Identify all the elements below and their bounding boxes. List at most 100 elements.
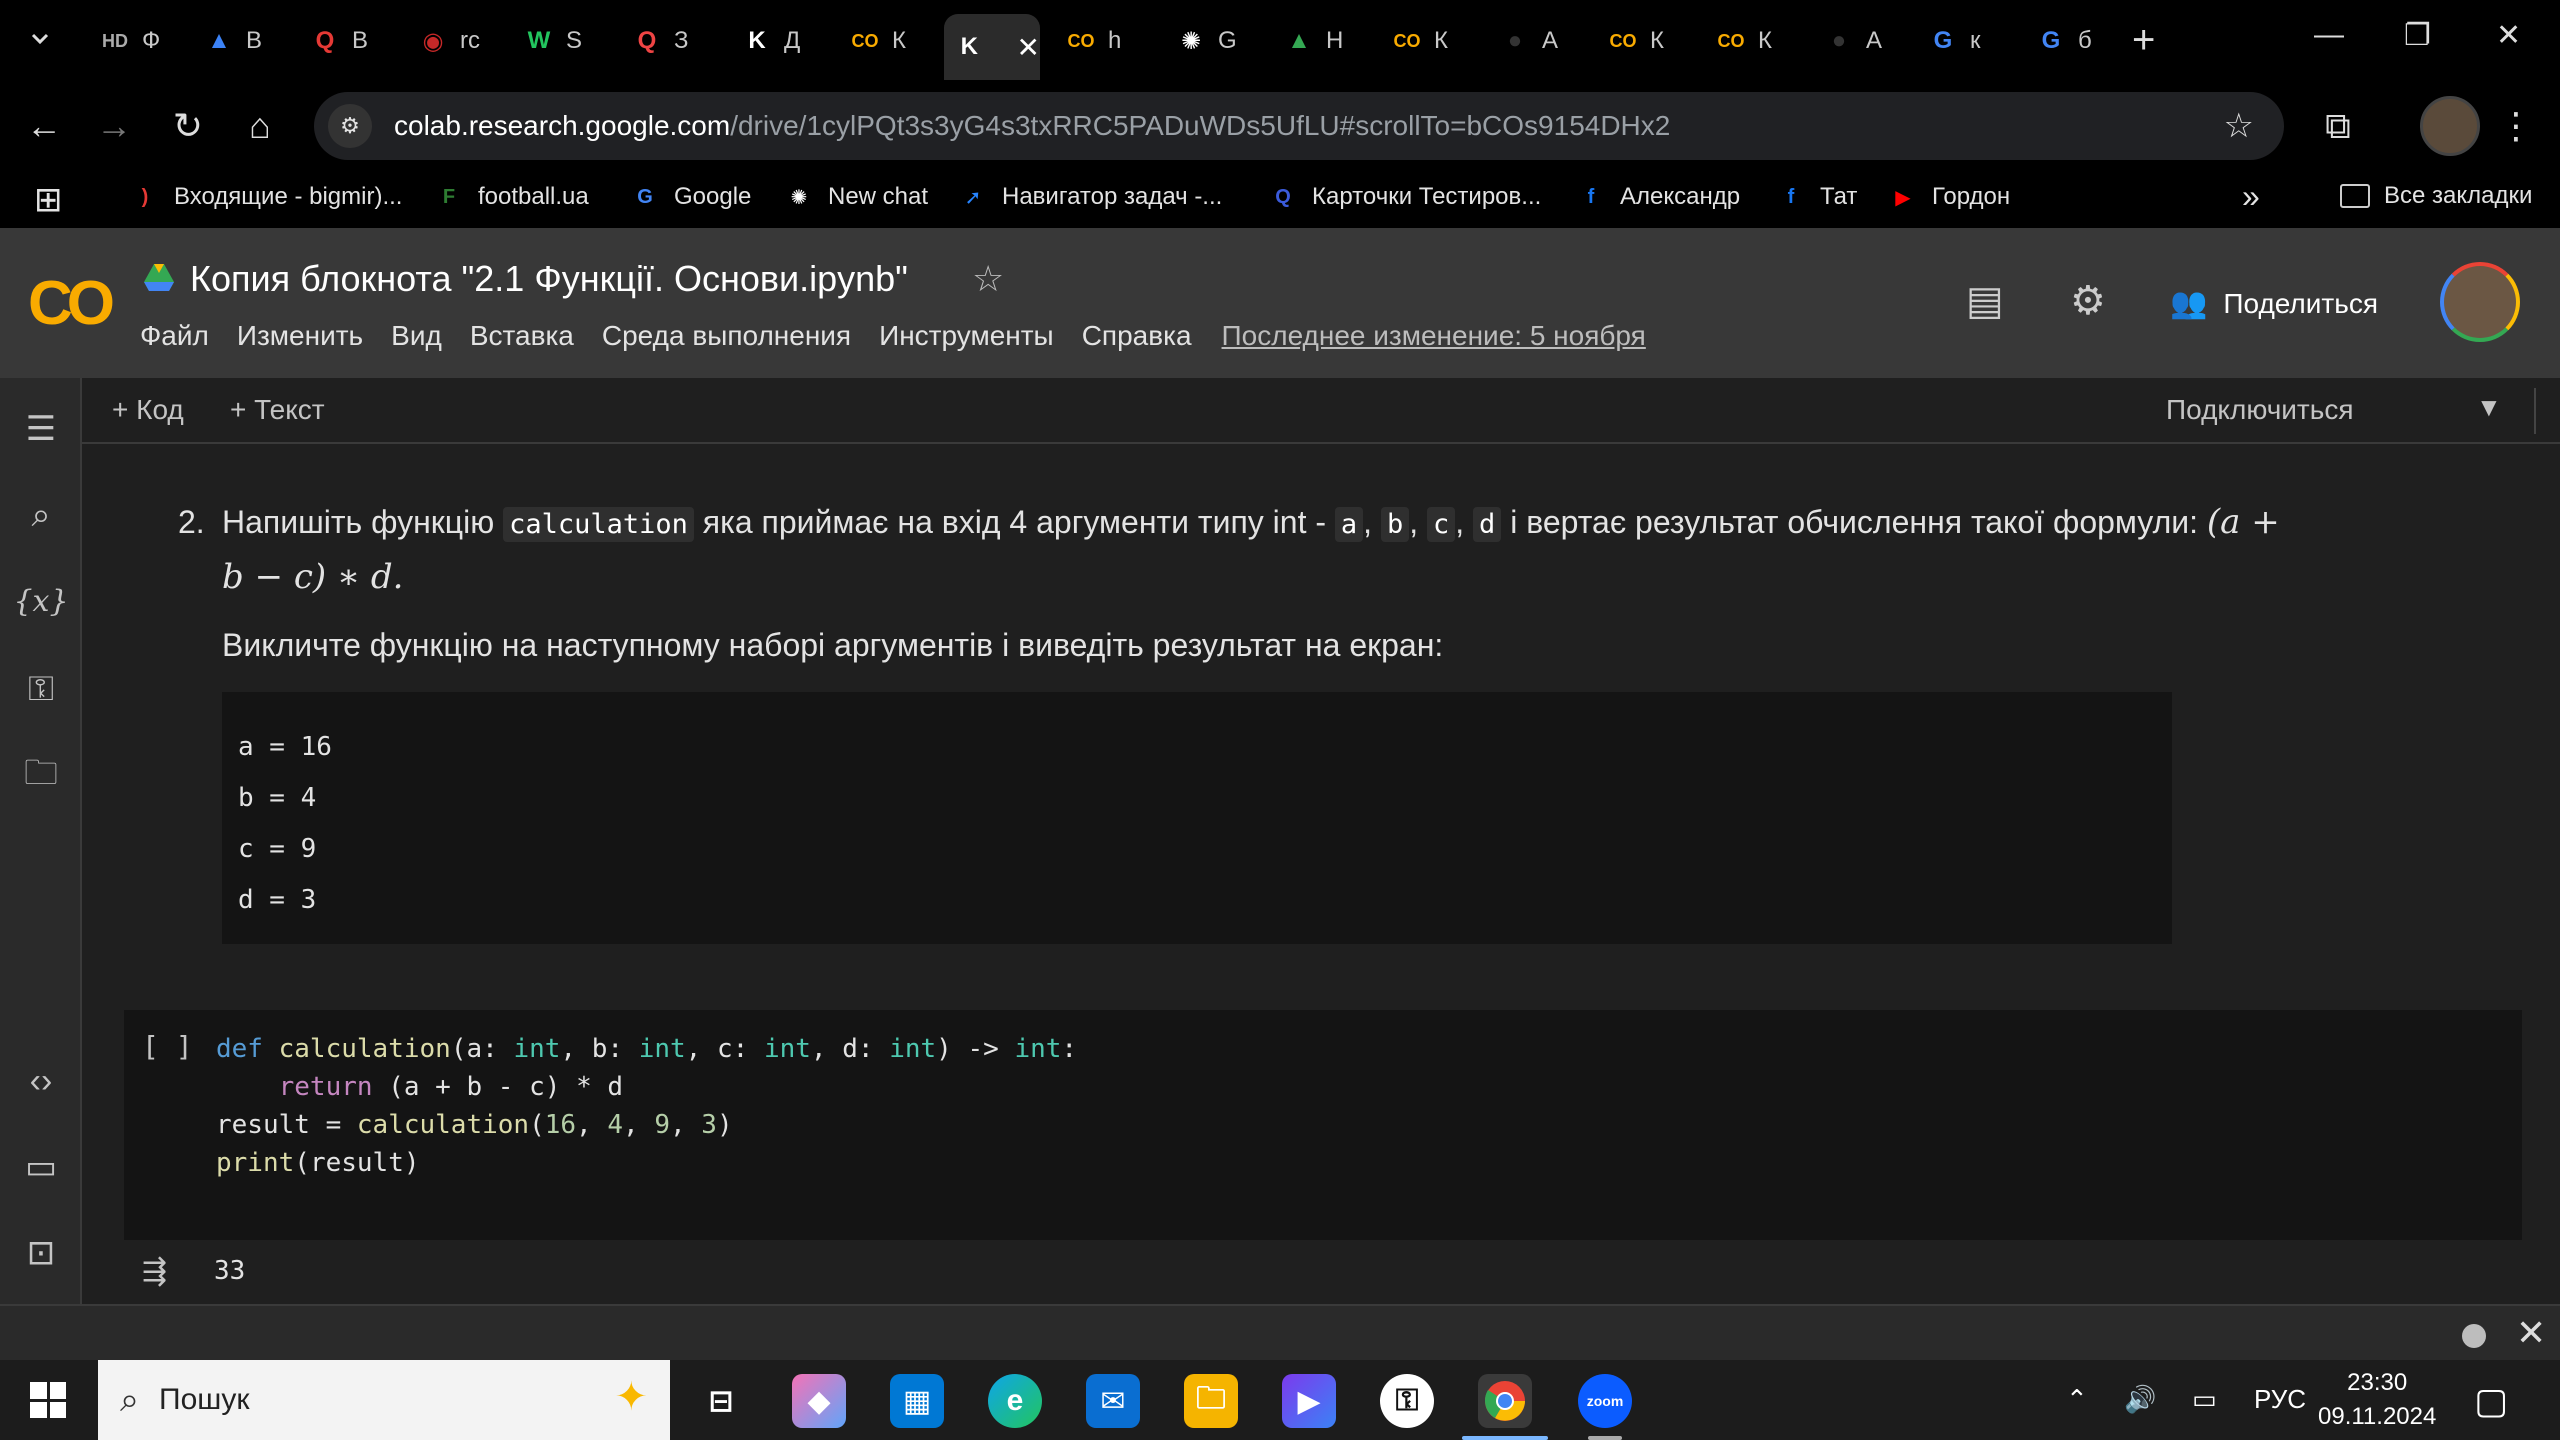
bookmark-item[interactable]: ) Входящие - bigmir)... [130,182,403,212]
browser-tab[interactable]: ▲ В [190,14,262,68]
notifications-icon[interactable]: ▢ [2474,1380,2508,1422]
last-edit-link[interactable]: Последнее изменение: 5 ноября [1222,320,1646,352]
browser-tab[interactable]: ● А [1810,14,1882,68]
bigmir-icon: ) [141,185,149,208]
output-toggle-icon[interactable]: ⇶ [142,1254,182,1294]
profile-avatar[interactable] [2420,96,2480,156]
bookmark-item[interactable]: f Тат [1776,182,1858,212]
browser-tab[interactable]: CO h [1052,14,1122,68]
browser-tab[interactable]: KД [728,14,800,68]
connect-dropdown-icon[interactable]: ▼ [2476,392,2502,423]
minimize-button[interactable]: — [2314,18,2344,52]
browser-tab[interactable]: ◉ rc [404,14,480,68]
bookmark-item[interactable]: Ffootball.ua [434,182,589,212]
apps-grid-icon[interactable]: ⊞ [34,180,63,220]
bookmark-star-icon[interactable]: ☆ [2224,106,2254,146]
browser-tab[interactable]: CO К [1702,14,1772,68]
comments-icon[interactable]: ▤ [1966,278,2004,324]
volume-icon[interactable]: 🔊 [2124,1384,2156,1415]
all-bookmarks-folder[interactable]: Все закладки [2340,182,2532,210]
extensions-icon[interactable]: ⧉ [2314,102,2362,150]
browser-tab[interactable]: Gк [1914,14,1981,68]
reload-button[interactable]: ↻ [164,102,212,150]
more-bookmarks-icon[interactable]: » [2242,178,2260,215]
menu-item[interactable]: Вставка [470,320,574,352]
code-snippets-icon[interactable]: ‹› [18,1058,64,1104]
colab-logo[interactable]: CO [28,268,115,339]
tab-search-button[interactable] [22,20,58,56]
bookmark-item[interactable]: f Александр [1576,182,1740,212]
language-indicator[interactable]: РУС [2254,1384,2306,1415]
files-folder-icon[interactable]: 🗀 [18,754,64,800]
browser-tab[interactable]: CO К [1378,14,1448,68]
browser-tab[interactable]: ● А [1486,14,1558,68]
close-status-icon[interactable]: ✕ [2516,1312,2546,1354]
windows-start-icon[interactable] [30,1382,66,1418]
bookmark-item[interactable]: ➚ Навигатор задач -... [958,182,1223,212]
restore-button[interactable]: ❐ [2404,18,2431,53]
browser-tab[interactable]: ✺ G [1162,14,1237,68]
settings-gear-icon[interactable]: ⚙ [2070,278,2106,324]
star-notebook-icon[interactable]: ☆ [972,258,1004,300]
code-editor[interactable]: def calculation(a: int, b: int, c: int, … [216,1030,1077,1182]
bookmark-item[interactable]: ✺ New chat [784,182,928,212]
close-window-button[interactable]: ✕ [2496,18,2521,53]
account-avatar[interactable] [2440,262,2520,342]
browser-tab[interactable]: Gб [2022,14,2092,68]
browser-tab[interactable]: QЗ [618,14,689,68]
chrome-icon[interactable] [1478,1374,1532,1428]
site-info-icon[interactable]: ⚙ [328,104,372,148]
bookmark-item[interactable]: G Google [630,182,751,212]
menu-item[interactable]: Среда выполнения [602,320,851,352]
command-palette-icon[interactable]: ▭ [18,1144,64,1190]
tray-overflow-icon[interactable]: ⌃ [2066,1384,2088,1415]
task-view-icon[interactable]: ⊟ [694,1374,748,1428]
connect-button[interactable]: Подключиться [2166,394,2354,426]
browser-tab[interactable]: QВ [296,14,368,68]
variables-icon[interactable]: {x} [13,578,68,624]
run-cell-button[interactable]: [ ] [142,1030,193,1063]
vpn-key-icon[interactable]: ⚿ [1380,1374,1434,1428]
taskbar-search[interactable]: ⌕ Пошук ✦ [98,1360,670,1440]
menu-item[interactable]: Справка [1082,320,1192,352]
close-tab-icon[interactable]: ✕ [1017,31,1040,64]
browser-tab[interactable]: CO К [836,14,906,68]
notebook-title[interactable]: Копия блокнота "2.1 Функції. Основи.ipyn… [190,258,908,300]
back-button[interactable]: ← [20,102,68,150]
browser-menu-icon[interactable]: ⋮ [2492,102,2540,150]
address-bar[interactable]: ⚙ colab.research.google.com/drive/1cylPQ… [314,92,2284,160]
file-explorer-icon[interactable]: 🗀 [1184,1374,1238,1428]
system-clock[interactable]: 23:30 09.11.2024 [2318,1366,2436,1434]
q-icon: Q [1275,185,1291,208]
new-tab-button[interactable]: + [2132,18,2155,63]
browser-tab[interactable]: HD Ф [86,14,160,68]
bookmark-item[interactable]: ▶ Гордон [1888,182,2010,212]
copilot-icon[interactable]: ◆ [792,1374,846,1428]
browser-tab[interactable]: CO К [1594,14,1664,68]
edge-icon[interactable]: e [988,1374,1042,1428]
text-cell[interactable]: 2. Напишіть функцію calculation яка прий… [178,496,2282,671]
search-icon[interactable]: ⌕ [18,492,64,538]
home-button[interactable]: ⌂ [236,102,284,150]
add-code-button[interactable]: + Код [112,394,184,426]
browser-tab[interactable]: WS [510,14,582,68]
menu-item[interactable]: Изменить [237,320,363,352]
mail-icon[interactable]: ✉ [1086,1374,1140,1428]
browser-tab[interactable]: ▲ Н [1270,14,1343,68]
bookmark-item[interactable]: Q Карточки Тестиров... [1268,182,1541,212]
table-of-contents-icon[interactable]: ☰ [18,406,64,452]
browser-tab[interactable]: K ✕ [944,14,1040,80]
drive-icon[interactable] [144,264,174,292]
share-button[interactable]: 👥 Поделиться [2170,286,2378,321]
battery-icon[interactable]: ▭ [2192,1384,2217,1415]
secrets-key-icon[interactable]: ⚿ [18,666,64,712]
menu-item[interactable]: Файл [140,320,209,352]
menu-item[interactable]: Вид [391,320,442,352]
forward-button[interactable]: → [90,102,138,150]
terminal-icon[interactable]: ⊡ [18,1230,64,1276]
zoom-icon[interactable]: zoom [1578,1374,1632,1428]
clipchamp-icon[interactable]: ▶ [1282,1374,1336,1428]
menu-item[interactable]: Инструменты [879,320,1054,352]
add-text-button[interactable]: + Текст [230,394,325,426]
store-icon[interactable]: ▦ [890,1374,944,1428]
